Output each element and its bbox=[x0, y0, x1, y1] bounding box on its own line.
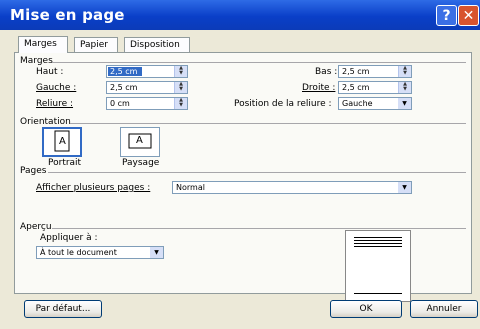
appliquer-select[interactable]: À tout le document ▼ bbox=[36, 246, 164, 259]
spin-arrows-icon[interactable]: ▲ ▼ bbox=[174, 66, 187, 77]
group-marges-label: Marges bbox=[20, 56, 53, 66]
gauche-label: Gauche : bbox=[36, 83, 77, 93]
group-divider bbox=[52, 62, 466, 63]
chevron-down-icon[interactable]: ▼ bbox=[398, 182, 411, 193]
haut-label: Haut : bbox=[36, 67, 64, 77]
appliquer-label: Appliquer à : bbox=[40, 233, 98, 243]
paysage-glyph: A bbox=[136, 135, 143, 146]
position-reliure-select[interactable]: Gauche ▼ bbox=[338, 97, 412, 110]
bas-spinner[interactable]: 2,5 cm ▲ ▼ bbox=[338, 65, 412, 78]
chevron-down-icon[interactable]: ▼ bbox=[150, 247, 163, 258]
appliquer-value: À tout le document bbox=[40, 248, 117, 257]
bas-label: Bas : bbox=[315, 67, 338, 77]
portrait-label: Portrait bbox=[48, 158, 82, 168]
droite-label: Droite : bbox=[302, 83, 336, 93]
spin-arrows-icon[interactable]: ▲ ▼ bbox=[398, 66, 411, 77]
close-icon: ✕ bbox=[462, 8, 475, 24]
chevron-down-icon[interactable]: ▼ bbox=[398, 98, 411, 109]
tab-marges[interactable]: Marges bbox=[18, 36, 68, 53]
spin-arrows-icon[interactable]: ▲ ▼ bbox=[174, 82, 187, 93]
droite-spinner[interactable]: 2,5 cm ▲ ▼ bbox=[338, 81, 412, 94]
spin-arrows-icon[interactable]: ▲ ▼ bbox=[398, 82, 411, 93]
reliure-value: 0 cm bbox=[110, 99, 130, 108]
tab-papier[interactable]: Papier bbox=[74, 37, 118, 53]
droite-value: 2,5 cm bbox=[342, 83, 370, 92]
ok-button[interactable]: OK bbox=[330, 300, 402, 318]
close-button[interactable]: ✕ bbox=[458, 5, 479, 26]
group-divider bbox=[48, 172, 466, 173]
haut-value: 2,5 cm bbox=[110, 67, 138, 76]
afficher-plusieurs-pages-select[interactable]: Normal ▼ bbox=[172, 181, 412, 194]
group-orientation-label: Orientation bbox=[20, 117, 71, 127]
position-reliure-label: Position de la reliure : bbox=[234, 99, 332, 109]
group-divider bbox=[70, 123, 466, 124]
tab-disposition[interactable]: Disposition bbox=[124, 37, 190, 53]
preview-line bbox=[354, 246, 402, 247]
preview-line bbox=[354, 293, 402, 294]
group-divider bbox=[52, 228, 466, 229]
bas-value: 2,5 cm bbox=[342, 67, 370, 76]
preview-line bbox=[354, 237, 402, 238]
spin-arrows-icon[interactable]: ▲ ▼ bbox=[174, 98, 187, 109]
portrait-option[interactable]: A bbox=[42, 127, 82, 157]
position-reliure-value: Gauche bbox=[342, 99, 373, 108]
group-pages-label: Pages bbox=[20, 166, 47, 176]
help-icon: ? bbox=[442, 8, 451, 24]
preview-line bbox=[354, 240, 402, 241]
gauche-value: 2,5 cm bbox=[110, 83, 138, 92]
preview-line bbox=[354, 243, 402, 244]
haut-spinner[interactable]: 2,5 cm ▲ ▼ bbox=[106, 65, 188, 78]
par-defaut-button[interactable]: Par défaut... bbox=[24, 300, 102, 318]
window-title: Mise en page bbox=[10, 6, 125, 24]
paysage-label: Paysage bbox=[122, 158, 160, 168]
paysage-option[interactable]: A bbox=[120, 127, 160, 157]
annuler-button[interactable]: Annuler bbox=[410, 300, 478, 318]
reliure-spinner[interactable]: 0 cm ▲ ▼ bbox=[106, 97, 188, 110]
afficher-plusieurs-pages-label: Afficher plusieurs pages : bbox=[36, 183, 151, 193]
reliure-label: Reliure : bbox=[36, 99, 74, 109]
page-preview bbox=[345, 230, 411, 302]
afficher-plusieurs-pages-value: Normal bbox=[176, 183, 205, 192]
group-apercu-label: Aperçu bbox=[20, 222, 52, 232]
title-bar: Mise en page ? ✕ bbox=[0, 0, 480, 30]
gauche-spinner[interactable]: 2,5 cm ▲ ▼ bbox=[106, 81, 188, 94]
portrait-glyph: A bbox=[59, 136, 66, 147]
help-button[interactable]: ? bbox=[436, 5, 457, 26]
